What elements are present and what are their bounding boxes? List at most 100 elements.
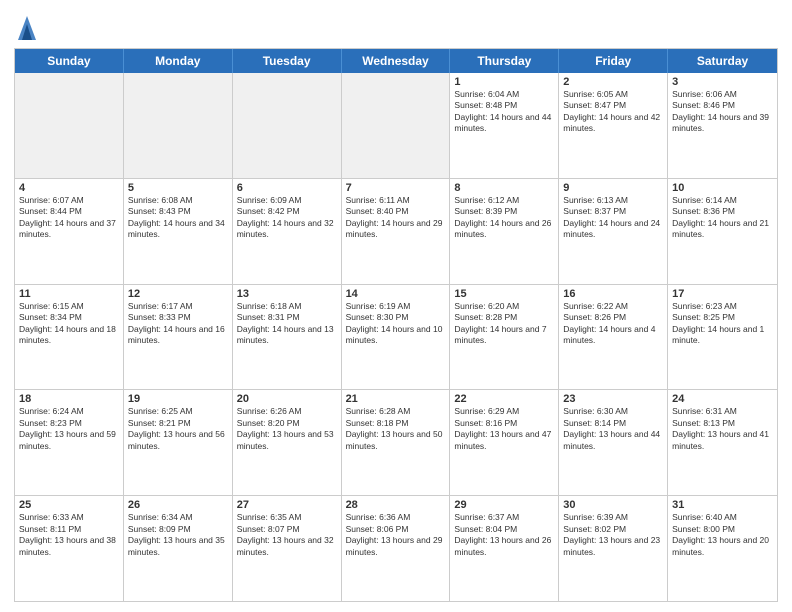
header-day-saturday: Saturday: [668, 49, 777, 73]
calendar-cell: 14Sunrise: 6:19 AM Sunset: 8:30 PM Dayli…: [342, 285, 451, 390]
calendar-cell: 10Sunrise: 6:14 AM Sunset: 8:36 PM Dayli…: [668, 179, 777, 284]
day-number: 5: [128, 182, 228, 194]
cell-info: Sunrise: 6:23 AM Sunset: 8:25 PM Dayligh…: [672, 301, 773, 347]
calendar-cell: 27Sunrise: 6:35 AM Sunset: 8:07 PM Dayli…: [233, 496, 342, 601]
cell-info: Sunrise: 6:40 AM Sunset: 8:00 PM Dayligh…: [672, 512, 773, 558]
cell-info: Sunrise: 6:14 AM Sunset: 8:36 PM Dayligh…: [672, 195, 773, 241]
day-number: 8: [454, 182, 554, 194]
cell-info: Sunrise: 6:18 AM Sunset: 8:31 PM Dayligh…: [237, 301, 337, 347]
day-number: 23: [563, 393, 663, 405]
header-day-friday: Friday: [559, 49, 668, 73]
day-number: 16: [563, 288, 663, 300]
day-number: 18: [19, 393, 119, 405]
header-day-wednesday: Wednesday: [342, 49, 451, 73]
calendar-cell: 1Sunrise: 6:04 AM Sunset: 8:48 PM Daylig…: [450, 73, 559, 178]
logo-icon: [16, 12, 38, 42]
header-day-sunday: Sunday: [15, 49, 124, 73]
calendar-cell: 18Sunrise: 6:24 AM Sunset: 8:23 PM Dayli…: [15, 390, 124, 495]
cell-info: Sunrise: 6:06 AM Sunset: 8:46 PM Dayligh…: [672, 89, 773, 135]
header-day-thursday: Thursday: [450, 49, 559, 73]
page: SundayMondayTuesdayWednesdayThursdayFrid…: [0, 0, 792, 612]
day-number: 17: [672, 288, 773, 300]
day-number: 31: [672, 499, 773, 511]
cell-info: Sunrise: 6:24 AM Sunset: 8:23 PM Dayligh…: [19, 406, 119, 452]
calendar-cell: 4Sunrise: 6:07 AM Sunset: 8:44 PM Daylig…: [15, 179, 124, 284]
calendar-cell: [342, 73, 451, 178]
calendar-cell: 2Sunrise: 6:05 AM Sunset: 8:47 PM Daylig…: [559, 73, 668, 178]
day-number: 29: [454, 499, 554, 511]
day-number: 1: [454, 76, 554, 88]
cell-info: Sunrise: 6:35 AM Sunset: 8:07 PM Dayligh…: [237, 512, 337, 558]
cell-info: Sunrise: 6:20 AM Sunset: 8:28 PM Dayligh…: [454, 301, 554, 347]
calendar-row-0: 1Sunrise: 6:04 AM Sunset: 8:48 PM Daylig…: [15, 73, 777, 179]
day-number: 15: [454, 288, 554, 300]
day-number: 28: [346, 499, 446, 511]
calendar-cell: 21Sunrise: 6:28 AM Sunset: 8:18 PM Dayli…: [342, 390, 451, 495]
cell-info: Sunrise: 6:04 AM Sunset: 8:48 PM Dayligh…: [454, 89, 554, 135]
cell-info: Sunrise: 6:25 AM Sunset: 8:21 PM Dayligh…: [128, 406, 228, 452]
calendar-row-1: 4Sunrise: 6:07 AM Sunset: 8:44 PM Daylig…: [15, 179, 777, 285]
header-day-tuesday: Tuesday: [233, 49, 342, 73]
calendar-cell: 26Sunrise: 6:34 AM Sunset: 8:09 PM Dayli…: [124, 496, 233, 601]
day-number: 3: [672, 76, 773, 88]
day-number: 7: [346, 182, 446, 194]
calendar-cell: 11Sunrise: 6:15 AM Sunset: 8:34 PM Dayli…: [15, 285, 124, 390]
calendar-body: 1Sunrise: 6:04 AM Sunset: 8:48 PM Daylig…: [15, 73, 777, 601]
cell-info: Sunrise: 6:39 AM Sunset: 8:02 PM Dayligh…: [563, 512, 663, 558]
cell-info: Sunrise: 6:29 AM Sunset: 8:16 PM Dayligh…: [454, 406, 554, 452]
calendar-cell: 24Sunrise: 6:31 AM Sunset: 8:13 PM Dayli…: [668, 390, 777, 495]
day-number: 14: [346, 288, 446, 300]
calendar-cell: 20Sunrise: 6:26 AM Sunset: 8:20 PM Dayli…: [233, 390, 342, 495]
day-number: 2: [563, 76, 663, 88]
cell-info: Sunrise: 6:22 AM Sunset: 8:26 PM Dayligh…: [563, 301, 663, 347]
day-number: 6: [237, 182, 337, 194]
calendar-header: SundayMondayTuesdayWednesdayThursdayFrid…: [15, 49, 777, 73]
cell-info: Sunrise: 6:17 AM Sunset: 8:33 PM Dayligh…: [128, 301, 228, 347]
calendar-cell: 29Sunrise: 6:37 AM Sunset: 8:04 PM Dayli…: [450, 496, 559, 601]
calendar-cell: [124, 73, 233, 178]
day-number: 27: [237, 499, 337, 511]
cell-info: Sunrise: 6:19 AM Sunset: 8:30 PM Dayligh…: [346, 301, 446, 347]
day-number: 10: [672, 182, 773, 194]
day-number: 12: [128, 288, 228, 300]
calendar-cell: 9Sunrise: 6:13 AM Sunset: 8:37 PM Daylig…: [559, 179, 668, 284]
cell-info: Sunrise: 6:15 AM Sunset: 8:34 PM Dayligh…: [19, 301, 119, 347]
cell-info: Sunrise: 6:11 AM Sunset: 8:40 PM Dayligh…: [346, 195, 446, 241]
calendar-cell: 13Sunrise: 6:18 AM Sunset: 8:31 PM Dayli…: [233, 285, 342, 390]
header: [14, 12, 778, 42]
cell-info: Sunrise: 6:36 AM Sunset: 8:06 PM Dayligh…: [346, 512, 446, 558]
calendar-cell: 7Sunrise: 6:11 AM Sunset: 8:40 PM Daylig…: [342, 179, 451, 284]
logo: [14, 16, 38, 42]
calendar-cell: 28Sunrise: 6:36 AM Sunset: 8:06 PM Dayli…: [342, 496, 451, 601]
calendar-cell: 17Sunrise: 6:23 AM Sunset: 8:25 PM Dayli…: [668, 285, 777, 390]
header-day-monday: Monday: [124, 49, 233, 73]
day-number: 11: [19, 288, 119, 300]
day-number: 30: [563, 499, 663, 511]
calendar-cell: 15Sunrise: 6:20 AM Sunset: 8:28 PM Dayli…: [450, 285, 559, 390]
day-number: 22: [454, 393, 554, 405]
cell-info: Sunrise: 6:30 AM Sunset: 8:14 PM Dayligh…: [563, 406, 663, 452]
calendar-cell: 22Sunrise: 6:29 AM Sunset: 8:16 PM Dayli…: [450, 390, 559, 495]
cell-info: Sunrise: 6:28 AM Sunset: 8:18 PM Dayligh…: [346, 406, 446, 452]
day-number: 26: [128, 499, 228, 511]
cell-info: Sunrise: 6:13 AM Sunset: 8:37 PM Dayligh…: [563, 195, 663, 241]
cell-info: Sunrise: 6:05 AM Sunset: 8:47 PM Dayligh…: [563, 89, 663, 135]
calendar-cell: 8Sunrise: 6:12 AM Sunset: 8:39 PM Daylig…: [450, 179, 559, 284]
calendar-row-3: 18Sunrise: 6:24 AM Sunset: 8:23 PM Dayli…: [15, 390, 777, 496]
cell-info: Sunrise: 6:31 AM Sunset: 8:13 PM Dayligh…: [672, 406, 773, 452]
cell-info: Sunrise: 6:26 AM Sunset: 8:20 PM Dayligh…: [237, 406, 337, 452]
calendar-cell: 5Sunrise: 6:08 AM Sunset: 8:43 PM Daylig…: [124, 179, 233, 284]
day-number: 13: [237, 288, 337, 300]
day-number: 24: [672, 393, 773, 405]
calendar-cell: [233, 73, 342, 178]
calendar-cell: 31Sunrise: 6:40 AM Sunset: 8:00 PM Dayli…: [668, 496, 777, 601]
calendar-row-4: 25Sunrise: 6:33 AM Sunset: 8:11 PM Dayli…: [15, 496, 777, 601]
day-number: 19: [128, 393, 228, 405]
cell-info: Sunrise: 6:34 AM Sunset: 8:09 PM Dayligh…: [128, 512, 228, 558]
calendar-cell: 19Sunrise: 6:25 AM Sunset: 8:21 PM Dayli…: [124, 390, 233, 495]
cell-info: Sunrise: 6:08 AM Sunset: 8:43 PM Dayligh…: [128, 195, 228, 241]
cell-info: Sunrise: 6:37 AM Sunset: 8:04 PM Dayligh…: [454, 512, 554, 558]
cell-info: Sunrise: 6:09 AM Sunset: 8:42 PM Dayligh…: [237, 195, 337, 241]
day-number: 20: [237, 393, 337, 405]
calendar-cell: 3Sunrise: 6:06 AM Sunset: 8:46 PM Daylig…: [668, 73, 777, 178]
